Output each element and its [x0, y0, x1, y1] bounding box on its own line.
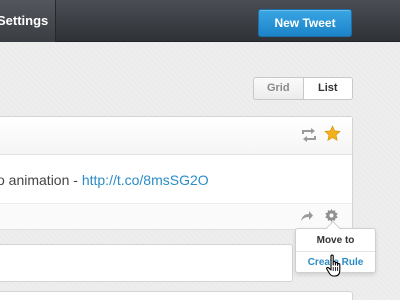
tweet-card-header: [0, 117, 352, 155]
tweet-link[interactable]: http://t.co/8msSG2O: [82, 172, 209, 188]
view-toggle: Grid List: [253, 77, 353, 100]
nav-settings-tab[interactable]: Settings: [0, 0, 56, 42]
share-icon[interactable]: [300, 210, 314, 222]
toggle-list-button[interactable]: List: [303, 78, 352, 99]
toggle-grid-button[interactable]: Grid: [254, 78, 304, 99]
tweet-text-body: o animation -: [0, 172, 82, 188]
menu-item-move-to[interactable]: Move to: [296, 230, 375, 252]
retweet-icon[interactable]: [301, 128, 317, 142]
hand-cursor-icon: [326, 254, 341, 277]
top-bar: Settings New Tweet: [0, 0, 400, 42]
star-icon[interactable]: [324, 125, 341, 142]
tweet-card-next: [0, 244, 293, 282]
tweet-card-footer: [0, 203, 352, 229]
tweet-card-next-2: [0, 291, 353, 300]
tweet-text: o animation - http://t.co/8msSG2O: [0, 172, 347, 188]
new-tweet-button[interactable]: New Tweet: [258, 9, 352, 37]
gear-icon[interactable]: [325, 209, 338, 222]
tweet-card: o animation - http://t.co/8msSG2O: [0, 116, 353, 229]
